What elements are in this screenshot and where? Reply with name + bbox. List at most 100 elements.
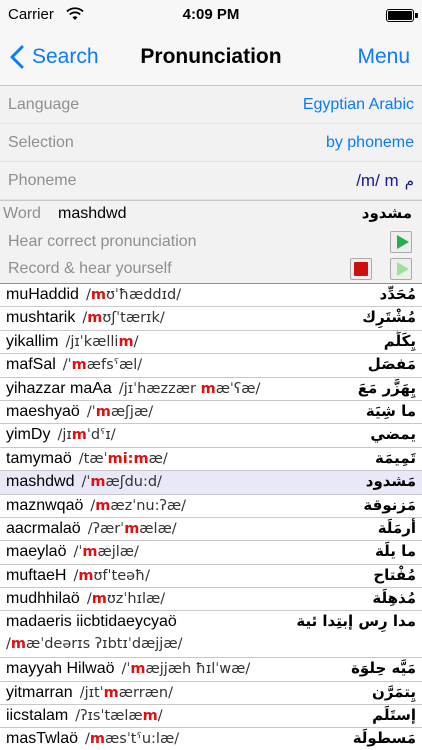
- list-item[interactable]: yitmarran/jɪtˈmærræn/يِتمَرَّن: [0, 681, 422, 706]
- list-item[interactable]: mashdwd/ˈmæʃdu:d/مَشدود: [0, 471, 422, 495]
- phoneme-value[interactable]: /m/ m م: [356, 171, 414, 191]
- list-item[interactable]: maeshyaö/ˈmæʃjæ/ما شِيَة: [0, 400, 422, 425]
- arabic-text: مُحَدِّد: [379, 285, 416, 303]
- ipa-highlight: m: [118, 333, 134, 350]
- ipa-suffix: æzˈnu:ʔæ/: [110, 497, 186, 514]
- status-bar: Carrier 4:09 PM: [0, 0, 422, 30]
- ipa-highlight: m: [124, 520, 140, 537]
- ipa-suffix: æjjæh ħɪlˈwæ/: [145, 661, 251, 678]
- word-entry: muftaeH/mʊfˈteəħ/: [6, 567, 150, 585]
- ipa-text: /mʊzˈhɪlæ/: [87, 591, 165, 607]
- arabic-text: يِهَزَّر مَعَ: [357, 378, 416, 397]
- list-item[interactable]: yikallim/jɪˈkællim/يِكَلِّم: [0, 330, 422, 355]
- ipa-text: /jɪˈkællim/: [65, 334, 138, 350]
- arabic-text: مُشْتَرِك: [362, 308, 416, 327]
- list-item[interactable]: maznwqaö/mæzˈnu:ʔæ/مَزنوقة: [0, 494, 422, 518]
- list-item[interactable]: iicstalam/ʔɪsˈtælæm/إستَلَم: [0, 705, 422, 729]
- ipa-prefix: /jɪˈhæzzær: [118, 380, 201, 397]
- ipa-highlight: m: [95, 497, 111, 514]
- ipa-suffix: æˈdeərɪs ʔɪbtɪˈdæjjæ/: [26, 636, 183, 653]
- arabic-text: مَيَّه حِلوَة: [351, 659, 416, 678]
- word-entry: maeylaö/ˈmæjlæ/: [6, 543, 139, 561]
- play-correct-button[interactable]: [390, 231, 412, 253]
- phoneme-row[interactable]: Phoneme /m/ m م: [0, 162, 422, 200]
- list-item[interactable]: mushtarik/mʊʃˈtærɪk/مُشْتَرِك: [0, 307, 422, 331]
- list-item[interactable]: maeylaö/ˈmæjlæ/ما يلَة: [0, 541, 422, 565]
- ipa-text: /ʔærˈmælæ/: [88, 521, 177, 537]
- back-button[interactable]: Search: [10, 42, 99, 72]
- phoneme-text: /m/ m: [356, 171, 399, 190]
- word-entry: maznwqaö/mæzˈnu:ʔæ/: [6, 497, 186, 515]
- arabic-text: أرمَلَة: [377, 518, 416, 537]
- current-word-arabic: مشدود: [361, 204, 412, 222]
- arabic-text: تَمِيمَة: [375, 448, 416, 467]
- word-entry: yimDy/jɪmˈdˤɪ/: [6, 426, 116, 444]
- settings-section: Language Egyptian Arabic Selection by ph…: [0, 86, 422, 200]
- word-entry: yikallim/jɪˈkællim/: [6, 333, 138, 351]
- ipa-text: /mæzˈnu:ʔæ/: [90, 498, 186, 514]
- ipa-suffix: æfsˤæl/: [86, 357, 143, 374]
- word-entry: yihazzar maAa/jɪˈhæzzær mæˈʕæ/: [6, 380, 260, 398]
- ipa-suffix: æsˈtˤu:læ/: [105, 731, 180, 748]
- ipa-suffix: ʊˈħæddɪd/: [105, 287, 182, 303]
- list-item[interactable]: muHaddid/mʊˈħæddɪd/مُحَدِّد: [0, 284, 422, 308]
- arabic-text: يِكَلِّم: [383, 331, 416, 350]
- ipa-highlight: m: [87, 310, 103, 327]
- ipa-highlight: m: [103, 684, 119, 701]
- language-value[interactable]: Egyptian Arabic: [303, 96, 414, 114]
- language-row[interactable]: Language Egyptian Arabic: [0, 86, 422, 124]
- ipa-suffix: æjlæ/: [97, 544, 139, 561]
- ipa-suffix: ˈdˤɪ/: [86, 427, 116, 444]
- list-item[interactable]: aacrmalaö/ʔærˈmælæ/أرمَلَة: [0, 517, 422, 542]
- ipa-suffix: /: [157, 708, 163, 725]
- word-text: masTwlaö: [6, 730, 79, 748]
- list-item[interactable]: madaeris iicbtidaeycyaö/mæˈdeərɪs ʔɪbtɪˈ…: [0, 611, 422, 659]
- ipa-text: /mʊfˈteəħ/: [73, 568, 150, 584]
- ipa-highlight: m: [10, 636, 26, 653]
- ipa-prefix: /tæˈ: [78, 450, 108, 467]
- word-text: mafSal: [6, 356, 56, 374]
- word-text: muftaeH: [6, 566, 67, 584]
- word-text: madaeris iicbtidaeycyaö: [6, 613, 177, 631]
- ipa-text: /ˈmæʃjæ/: [87, 404, 153, 420]
- word-entry: mafSal/ˈmæfsˤæl/: [6, 356, 142, 374]
- ipa-text: /mʊˈħæddɪd/: [86, 287, 181, 303]
- list-item[interactable]: mafSal/ˈmæfsˤæl/مَفصَل: [0, 354, 422, 378]
- word-row: Word mashdwd مشدود: [0, 201, 422, 228]
- word-text: maeylaö: [6, 543, 67, 561]
- list-item[interactable]: masTwlaö/mæsˈtˤu:læ/مَسطولَة: [0, 728, 422, 750]
- status-time: 4:09 PM: [182, 6, 240, 23]
- list-item[interactable]: mudhhilaö/mʊzˈhɪlæ/مُذهِلَة: [0, 588, 422, 612]
- selection-row[interactable]: Selection by phoneme: [0, 124, 422, 162]
- arabic-text: يمضي: [370, 425, 416, 444]
- selection-value[interactable]: by phoneme: [326, 134, 414, 152]
- list-item[interactable]: tamymaö/tæˈmi:mæ/تَمِيمَة: [0, 447, 422, 472]
- arabic-text: مَزنوقة: [363, 495, 416, 514]
- play-icon: [396, 235, 409, 249]
- arabic-text: مَفصَل: [367, 355, 416, 374]
- ipa-prefix: /ˈ: [86, 403, 96, 420]
- list-item[interactable]: mayyah Hilwaö/ˈmæjjæh ħɪlˈwæ/مَيَّه حِلو…: [0, 658, 422, 682]
- ipa-highlight: m: [95, 403, 111, 420]
- chevron-left-icon: [10, 45, 24, 69]
- language-label: Language: [8, 96, 80, 113]
- arabic-text: إستَلَم: [372, 706, 416, 725]
- word-panel: Word mashdwd مشدود Hear correct pronunci…: [0, 200, 422, 284]
- ipa-suffix: ʊzˈhɪlæ/: [106, 591, 166, 608]
- word-text: aacrmalaö: [6, 519, 81, 537]
- ipa-text: /mæsˈtˤu:læ/: [85, 731, 179, 747]
- menu-button[interactable]: Menu: [357, 45, 410, 69]
- word-entry: mudhhilaö/mʊzˈhɪlæ/: [6, 590, 165, 608]
- ipa-highlight: m: [90, 287, 106, 303]
- play-recording-button[interactable]: [390, 258, 412, 280]
- list-item[interactable]: yimDy/jɪmˈdˤɪ/يمضي: [0, 424, 422, 448]
- arabic-text: مَسطولَة: [352, 729, 416, 748]
- record-button[interactable]: [350, 258, 372, 280]
- ipa-text: /ˈmæʃdu:d/: [81, 474, 161, 490]
- record-label: Record & hear yourself: [8, 260, 172, 277]
- word-entry: yitmarran/jɪtˈmærræn/: [6, 684, 173, 702]
- arabic-text: مُذهِلَة: [372, 589, 416, 608]
- record-stop-icon: [354, 262, 368, 276]
- list-item[interactable]: muftaeH/mʊfˈteəħ/مُفْتاح: [0, 564, 422, 589]
- list-item[interactable]: yihazzar maAa/jɪˈhæzzær mæˈʕæ/يِهَزَّر م…: [0, 377, 422, 401]
